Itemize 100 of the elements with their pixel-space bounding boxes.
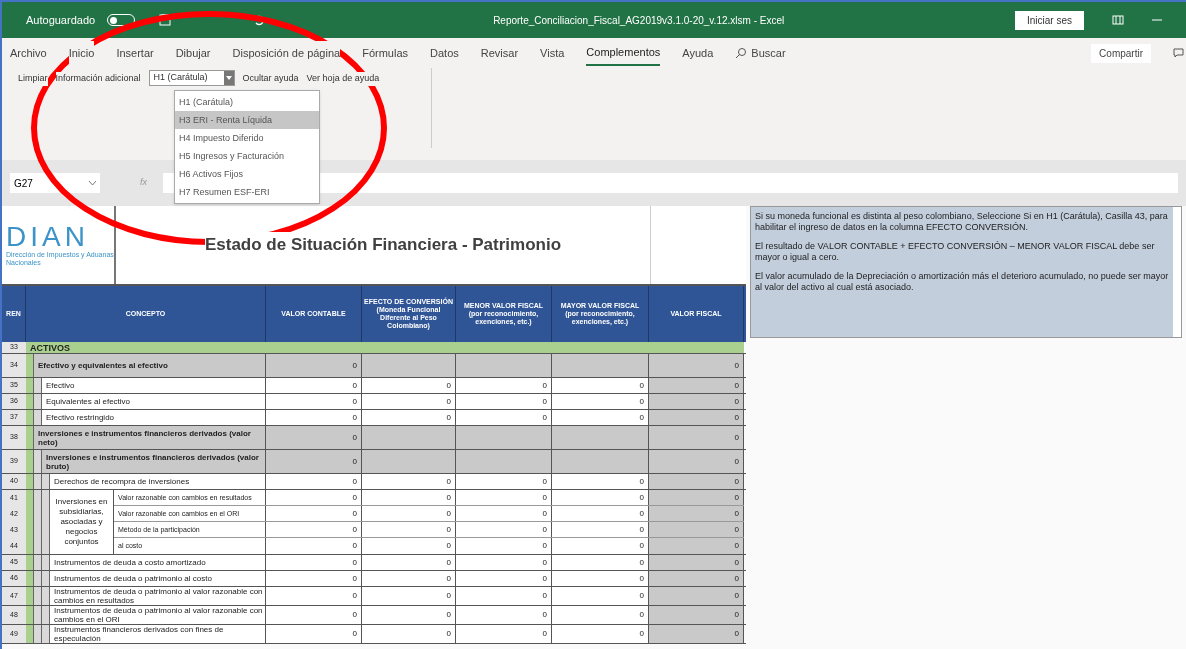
table-cell: 0 <box>456 522 552 537</box>
table-cell: 0 <box>266 571 362 586</box>
table-cell: 0 <box>266 410 362 425</box>
table-cell: 0 <box>266 606 362 624</box>
dropdown-option[interactable]: H5 Ingresos y Facturación <box>175 147 319 165</box>
table-cell: 0 <box>362 506 456 521</box>
table-cell: 0 <box>649 506 744 521</box>
table-cell: 0 <box>362 606 456 624</box>
search-icon[interactable] <box>735 47 748 59</box>
table-cell: 0 <box>362 522 456 537</box>
table-cell: 0 <box>552 555 649 570</box>
table-cell: 0 <box>266 506 362 521</box>
ribbon-display-icon[interactable] <box>1112 15 1124 25</box>
table-cell: 0 <box>362 625 456 643</box>
table-cell: 0 <box>362 555 456 570</box>
dropdown-option[interactable]: H1 (Carátula) <box>175 93 319 111</box>
table-cell: 0 <box>649 378 744 393</box>
table-cell: 0 <box>649 354 744 377</box>
scrollbar[interactable] <box>1173 207 1181 337</box>
table-cell: 0 <box>266 522 362 537</box>
caret-icon <box>89 180 96 186</box>
table-cell: Inversiones en subsidiarias, asociadas y negocios conjuntos <box>50 490 114 554</box>
table-cell: 0 <box>552 410 649 425</box>
table-cell: 0 <box>456 410 552 425</box>
table-cell: Inversiones e instrumentos financieros derivados (valor neto) <box>34 426 266 449</box>
table-cell: 0 <box>649 450 744 473</box>
table-cell: 0 <box>266 587 362 605</box>
table-cell: 0 <box>649 587 744 605</box>
section-heading: ACTIVOS <box>26 342 744 353</box>
hide-help-button[interactable]: Ocultar ayuda <box>242 72 299 86</box>
table-cell: 0 <box>266 555 362 570</box>
comment-icon[interactable] <box>1173 47 1184 59</box>
table-cell: 0 <box>552 394 649 409</box>
table-cell: 0 <box>649 522 744 537</box>
table-cell: 0 <box>552 490 649 505</box>
table-cell: 0 <box>362 474 456 489</box>
table-cell: 0 <box>552 378 649 393</box>
ribbon-tab[interactable]: Inicio <box>68 40 95 66</box>
table-cell: 0 <box>266 354 362 377</box>
table-cell: 0 <box>456 538 552 554</box>
table-cell: 0 <box>456 555 552 570</box>
table-cell: Inversiones e instrumentos financieros derivados (valor bruto) <box>42 450 266 473</box>
table-cell: 0 <box>552 587 649 605</box>
sign-in-button[interactable]: Iniciar ses <box>1015 10 1084 30</box>
table-cell: 0 <box>266 538 362 554</box>
view-help-button[interactable]: Ver hoja de ayuda <box>306 72 380 86</box>
table-cell: 0 <box>456 587 552 605</box>
help-paragraph: Si su moneda funcional es distinta al peso colombiano, Seleccione Si en H1 (Carátula), Casilla 43, para habilitar el ingreso de datos en la columna EFECTO CONVERSIÓN. <box>755 211 1169 233</box>
table-cell: 0 <box>649 426 744 449</box>
dropdown-option[interactable]: H6 Activos Fijos <box>175 165 319 183</box>
table-cell: 0 <box>552 522 649 537</box>
table-cell: 0 <box>649 606 744 624</box>
table-cell: 0 <box>362 587 456 605</box>
table-cell: 0 <box>266 625 362 643</box>
table-cell: 0 <box>649 490 744 505</box>
table-cell: 0 <box>456 606 552 624</box>
table-cell: 0 <box>649 625 744 643</box>
help-paragraph: El valor acumulado de la Depreciación o amortización más el deterioro acumulado, no puede ser mayor al valor del activo al cual está asociado. <box>755 271 1169 293</box>
table-cell: 0 <box>362 410 456 425</box>
table-cell: Equivalentes al efectivo <box>42 394 266 409</box>
table-cell: Efectivo restringido <box>42 410 266 425</box>
table-cell: Efectivo y equivalentes al efectivo <box>34 354 266 377</box>
search-label[interactable]: Buscar <box>751 44 786 62</box>
table-cell: 0 <box>552 571 649 586</box>
window-title: Reporte_Conciliacion_Fiscal_AG2019v3.1.0-20_v.12.xlsm - Excel <box>493 13 785 28</box>
table-cell: 0 <box>362 538 456 554</box>
table-cell: 0 <box>552 506 649 521</box>
save-icon[interactable] <box>159 14 172 26</box>
table-cell: 0 <box>266 394 362 409</box>
dropdown-option[interactable]: H7 Resumen ESF-ERI <box>175 183 319 201</box>
dropdown-option[interactable]: H4 Impuesto Diferido <box>175 129 319 147</box>
table-cell: Derechos de recompra de inversiones <box>50 474 266 489</box>
table-cell: 0 <box>649 394 744 409</box>
sheet-combobox[interactable]: H1 (Carátula) <box>148 70 235 86</box>
table-cell: 0 <box>649 410 744 425</box>
table-cell: 0 <box>266 426 362 449</box>
table-cell: 0 <box>649 474 744 489</box>
table-cell: 0 <box>266 490 362 505</box>
table-cell: 0 <box>456 474 552 489</box>
table-cell: 0 <box>552 538 649 554</box>
table-cell: 0 <box>456 394 552 409</box>
table-cell: Instrumentos de deuda o patrimonio al costo <box>50 571 266 586</box>
table-cell: 0 <box>266 474 362 489</box>
table-cell: 0 <box>362 394 456 409</box>
table-cell: Efectivo <box>42 378 266 393</box>
dropdown-caret-icon[interactable] <box>223 71 234 85</box>
name-box[interactable]: G27 <box>10 173 100 193</box>
table-cell: 0 <box>266 378 362 393</box>
logo-text: DIAN <box>6 223 89 251</box>
share-button[interactable]: Compartir <box>1091 43 1151 63</box>
table-cell: 0 <box>456 378 552 393</box>
table-cell: 0 <box>649 571 744 586</box>
autosave-label: Autoguardado <box>26 12 96 28</box>
table-cell: 0 <box>362 490 456 505</box>
clear-button[interactable]: Limpiar <box>18 72 48 86</box>
dropdown-option[interactable]: H3 ERI - Renta Líquida <box>175 111 319 129</box>
table-cell: Instrumentos de deuda o patrimonio al valor razonable con cambios en el ORI <box>50 606 266 624</box>
table-cell: 0 <box>362 378 456 393</box>
table-cell: 0 <box>456 506 552 521</box>
table-cell: 0 <box>552 474 649 489</box>
